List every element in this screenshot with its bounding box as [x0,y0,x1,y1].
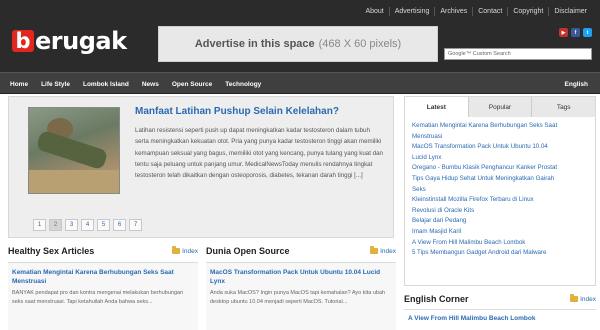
post-title[interactable]: MacOS Transformation Pack Untuk Ubuntu 1… [210,268,392,286]
facebook-icon[interactable]: f [571,28,580,37]
nav-item-open-source[interactable]: Open Source [172,81,212,88]
featured-image[interactable] [28,107,120,194]
section-post: Kematian Mengintai Karena Berhubungan Se… [8,262,198,330]
top-link-contact[interactable]: Contact [472,7,507,16]
search-input[interactable]: Google™ Custom Search [444,48,592,60]
pager-page[interactable]: 5 [97,219,110,231]
top-link-advertising[interactable]: Advertising [388,7,435,16]
youtube-icon[interactable]: ▶ [559,28,568,37]
top-link-disclaimer[interactable]: Disclaimer [548,7,592,16]
top-link-copyright[interactable]: Copyright [507,7,548,16]
top-link-archives[interactable]: Archives [434,7,472,16]
latest-item[interactable]: Belajar dari Pedang [412,216,590,227]
pager-page[interactable]: 6 [113,219,126,231]
section-open-source: Dunia Open Source Index MacOS Transforma… [206,244,396,330]
post-title[interactable]: A View From Hill Malimbu Beach Lombok [408,315,596,322]
pager-page[interactable]: 3 [65,219,78,231]
twitter-icon[interactable]: t [583,28,592,37]
logo-mark: b [12,30,34,52]
featured-pager: 1 2 3 4 5 6 7 [33,219,142,231]
latest-item[interactable]: Tips Gaya Hidup Sehat Untuk Meningkatkan… [412,174,590,185]
english-corner: English Corner Index A View From Hill Ma… [404,292,596,322]
ad-banner[interactable]: Advertise in this space (468 X 60 pixels… [158,26,438,62]
search-placeholder: Google™ Custom Search [448,51,511,57]
nav-item-technology[interactable]: Technology [225,81,261,88]
top-links: About Advertising Archives Contact Copyr… [360,7,592,16]
section-post: A View From Hill Malimbu Beach Lombok [404,309,596,322]
featured-title[interactable]: Manfaat Latihan Pushup Selain Kelelahan? [135,106,339,117]
header-bar: About Advertising Archives Contact Copyr… [0,0,600,72]
nav-item-news[interactable]: News [142,81,159,88]
latest-item[interactable]: A View From Hill Malimbu Beach Lombok [412,238,590,249]
post-title[interactable]: Kematian Mengintai Karena Berhubungan Se… [12,268,194,286]
logo-mark-letter: b [15,29,31,53]
top-link-about[interactable]: About [360,7,388,16]
ad-main-text: Advertise in this space [194,38,315,50]
section-post: MacOS Transformation Pack Untuk Ubuntu 1… [206,262,396,330]
index-link[interactable]: Index [370,246,396,255]
index-label: Index [580,295,596,303]
latest-item[interactable]: 5 Tips Membangun Gadget Android dari Mal… [412,248,590,259]
image-shape [29,170,119,193]
nav-item-home[interactable]: Home [10,81,28,88]
pager-page-active[interactable]: 2 [49,219,62,231]
sidebar-tabs: Latest Popular Tags [405,97,595,117]
social-icons: ▶ f t [559,28,592,37]
main-nav: Home Life Style Lombok Island News Open … [0,72,600,94]
pager-page[interactable]: 7 [129,219,142,231]
index-link[interactable]: Index [570,294,596,303]
logo-text: erugak [35,27,127,55]
featured-post: Manfaat Latihan Pushup Selain Kelelahan?… [8,96,394,238]
index-label: Index [182,247,198,255]
tab-latest[interactable]: Latest [405,97,468,117]
index-link[interactable]: Index [172,246,198,255]
nav-item-lombok-island[interactable]: Lombok Island [83,81,129,88]
post-excerpt: BANYAK pendapat pro dan kontra mengenai … [12,290,184,305]
section-healthy-sex: Healthy Sex Articles Index Kematian Meng… [8,244,198,330]
site-logo[interactable]: b erugak [12,26,127,56]
sidebar-tabs-widget: Latest Popular Tags Kematian Mengintai K… [404,96,596,286]
section-heading: Dunia Open Source [206,246,290,256]
latest-list: Kematian Mengintai Karena Berhubungan Se… [412,121,590,259]
latest-item[interactable]: MacOS Transformation Pack Untuk Ubuntu 1… [412,142,590,153]
featured-excerpt: Latihan resistensi seperti push up dapat… [135,127,383,180]
latest-item[interactable]: Lucid Lynx [412,153,590,164]
folder-icon [172,246,181,254]
latest-item[interactable]: Oregano - Bumbu Klasik Penghancur Kanker… [412,163,590,174]
latest-item[interactable]: Menstruasi [412,132,590,143]
post-excerpt: Anda suka MacOS? Ingin punya MacOS tapi … [210,290,386,305]
pager-page[interactable]: 4 [81,219,94,231]
ad-size-text: (468 X 60 pixels) [318,38,402,50]
section-heading: English Corner [404,294,469,304]
tab-popular[interactable]: Popular [467,97,532,117]
folder-icon [570,294,579,302]
nav-item-life-style[interactable]: Life Style [41,81,70,88]
index-label: Index [380,247,396,255]
section-heading: Healthy Sex Articles [8,246,95,256]
image-shape [35,129,109,171]
latest-item[interactable]: Revolusi di Oracle Kits [412,206,590,217]
latest-item[interactable]: Seks [412,185,590,196]
nav-item-english[interactable]: English [565,73,588,95]
latest-item[interactable]: Imam Masjid Karil [412,227,590,238]
latest-item[interactable]: Kematian Mengintai Karena Berhubungan Se… [412,121,590,132]
tab-tags[interactable]: Tags [531,97,595,117]
folder-icon [370,246,379,254]
pager-page[interactable]: 1 [33,219,46,231]
latest-item[interactable]: Kleinstinstall Mozilla Firefox Terbaru d… [412,195,590,206]
